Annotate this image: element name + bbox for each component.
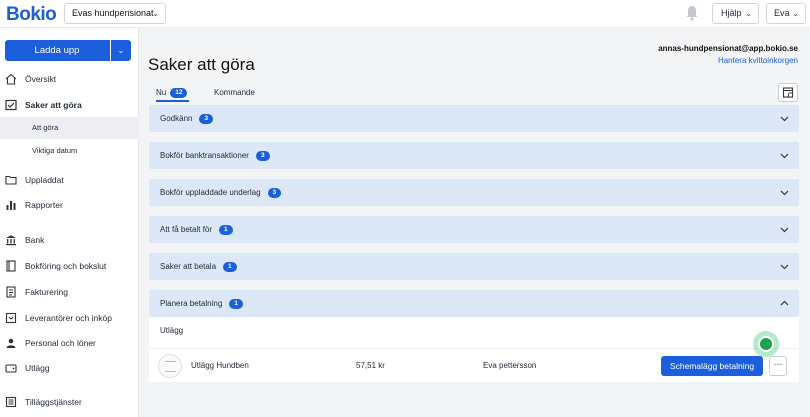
chevron-up-icon	[780, 300, 789, 306]
section-planera-betalning[interactable]: Planera betalning 1	[149, 290, 799, 317]
expense-person: Eva pettersson	[483, 361, 537, 370]
chevron-down-icon	[780, 190, 789, 196]
sidebar-item-personal[interactable]: Personal och löner	[0, 332, 139, 354]
list-item[interactable]: Utlägg Hundben 57,51 kr Eva pettersson S…	[149, 348, 799, 382]
receipt-thumbnail[interactable]	[158, 354, 182, 378]
sidebar-item-label: Fakturering	[25, 287, 68, 297]
user-label: Eva	[774, 8, 790, 18]
sidebar-subitem-label: Att göra	[32, 123, 59, 132]
upload-dropdown-chevron-icon[interactable]: ⌄	[111, 40, 131, 61]
section-title: Bokför banktransaktioner 3	[160, 142, 270, 169]
count-badge: 3	[267, 188, 282, 198]
manage-inbox-link[interactable]: Hantera kvittoinkorgen	[718, 56, 798, 65]
section-title: Planera betalning 1	[160, 290, 243, 317]
section-bokfor-banktransaktioner[interactable]: Bokför banktransaktioner 3	[149, 142, 799, 169]
upload-button-group: Ladda upp ⌄	[5, 40, 131, 61]
sidebar-subitem-viktiga-datum[interactable]: Viktiga datum	[0, 140, 139, 162]
sidebar-item-label: Tilläggstjänster	[25, 397, 82, 407]
sidebar-item-oversikt[interactable]: Översikt	[0, 68, 139, 90]
sidebar-item-label: Uppladdat	[25, 175, 64, 185]
count-badge: 12	[170, 88, 188, 98]
sidebar-item-label: Översikt	[25, 74, 57, 84]
addons-icon	[5, 396, 17, 408]
folder-icon	[5, 175, 17, 185]
sidebar-item-label: Personal och löner	[25, 338, 96, 348]
group-label: Utlägg	[160, 326, 184, 335]
sidebar-item-label: Bokföring och bokslut	[25, 261, 107, 271]
more-options-button[interactable]: ···	[769, 356, 787, 376]
sidebar-item-label: Utlägg	[25, 363, 50, 373]
section-title: Att få betalt för 1	[160, 216, 233, 243]
book-icon	[6, 260, 16, 272]
section-saker-att-betala[interactable]: Saker att betala 1	[149, 253, 799, 280]
top-bar: Bokio Evas hundpensionat ⌄ Hjälp ⌄ Eva ⌄	[0, 0, 810, 28]
help-select[interactable]: Hjälp ⌄	[712, 3, 759, 24]
person-icon	[6, 338, 16, 348]
count-badge: 3	[255, 151, 270, 161]
section-title: Godkänn 3	[160, 105, 214, 132]
bank-icon	[6, 235, 16, 246]
sidebar-item-leverantorer[interactable]: Leverantörer och inköp	[0, 307, 139, 329]
bell-icon[interactable]	[683, 4, 701, 22]
section-att-fa-betalt[interactable]: Att få betalt för 1	[149, 216, 799, 243]
bar-chart-icon	[6, 201, 16, 210]
chevron-down-icon: ⌄	[745, 9, 752, 18]
sidebar-item-label: Bank	[25, 235, 45, 245]
sidebar-item-fakturering[interactable]: Fakturering	[0, 281, 139, 303]
home-icon	[5, 73, 17, 85]
sidebar-item-uppladdat[interactable]: Uppladdat	[0, 169, 139, 191]
tab-kommande[interactable]: Kommande	[214, 86, 255, 100]
sidebar-item-label: Rapporter	[25, 200, 63, 210]
company-name: Evas hundpensionat	[72, 8, 154, 18]
sidebar-subitem-label: Viktiga datum	[32, 146, 78, 155]
user-select[interactable]: Eva ⌄	[766, 3, 806, 24]
checklist-icon	[5, 99, 17, 111]
inbox-email: annas-hundpensionat@app.bokio.se	[658, 44, 798, 53]
chevron-down-icon	[780, 264, 789, 270]
expense-amount: 57,51 kr	[356, 361, 385, 370]
wallet-icon	[5, 364, 17, 373]
upload-button[interactable]: Ladda upp	[5, 40, 109, 61]
sidebar-item-saker-att-gora[interactable]: Saker att göra	[0, 94, 139, 116]
count-badge: 3	[199, 114, 214, 124]
calendar-settings-button[interactable]	[778, 83, 798, 102]
expense-name: Utlägg Hundben	[191, 361, 249, 370]
section-bokfor-underlag[interactable]: Bokför uppladdade underlag 3	[149, 179, 799, 206]
count-badge: 1	[223, 262, 237, 272]
sidebar-item-utlagg[interactable]: Utlägg	[0, 357, 139, 379]
section-title: Bokför uppladdade underlag 3	[160, 179, 282, 206]
company-select[interactable]: Evas hundpensionat ⌄	[64, 3, 166, 24]
tab-label: Kommande	[214, 88, 255, 97]
count-badge: 1	[219, 225, 233, 235]
section-godkann[interactable]: Godkänn 3	[149, 105, 799, 132]
calendar-icon	[782, 87, 794, 98]
invoice-icon	[6, 286, 16, 298]
sidebar-item-label: Saker att göra	[25, 100, 82, 110]
help-label: Hjälp	[721, 8, 742, 18]
sidebar-subitem-att-gora[interactable]: Att göra	[0, 117, 139, 139]
page-title: Saker att göra	[148, 55, 255, 74]
tab-nu[interactable]: Nu 12	[156, 86, 190, 102]
tab-bar: Nu 12 Kommande	[148, 86, 798, 102]
bokio-logo[interactable]: Bokio	[6, 4, 57, 26]
count-badge: 1	[229, 299, 243, 309]
tab-label: Nu	[156, 88, 167, 97]
chevron-down-icon	[780, 116, 789, 122]
sidebar-item-label: Leverantörer och inköp	[25, 313, 112, 323]
planera-betalning-content: Utlägg Utlägg Hundben 57,51 kr Eva pette…	[149, 317, 799, 382]
sidebar-item-rapporter[interactable]: Rapporter	[0, 194, 139, 216]
cursor-dot	[758, 336, 774, 352]
chevron-down-icon	[780, 153, 789, 159]
sidebar-item-bokforing[interactable]: Bokföring och bokslut	[0, 255, 139, 277]
sidebar-item-bank[interactable]: Bank	[0, 229, 139, 251]
inbox-icon	[5, 312, 17, 324]
sidebar: Ladda upp ⌄ Översikt Saker att göra Att …	[0, 28, 139, 417]
chevron-down-icon: ⌄	[792, 9, 799, 18]
chevron-down-icon: ⌄	[152, 9, 159, 18]
sidebar-item-tillaggstjanster[interactable]: Tilläggstjänster	[0, 391, 139, 413]
schedule-payment-button[interactable]: Schemalägg betalning	[661, 356, 763, 376]
chevron-down-icon	[780, 227, 789, 233]
section-title: Saker att betala 1	[160, 253, 237, 280]
